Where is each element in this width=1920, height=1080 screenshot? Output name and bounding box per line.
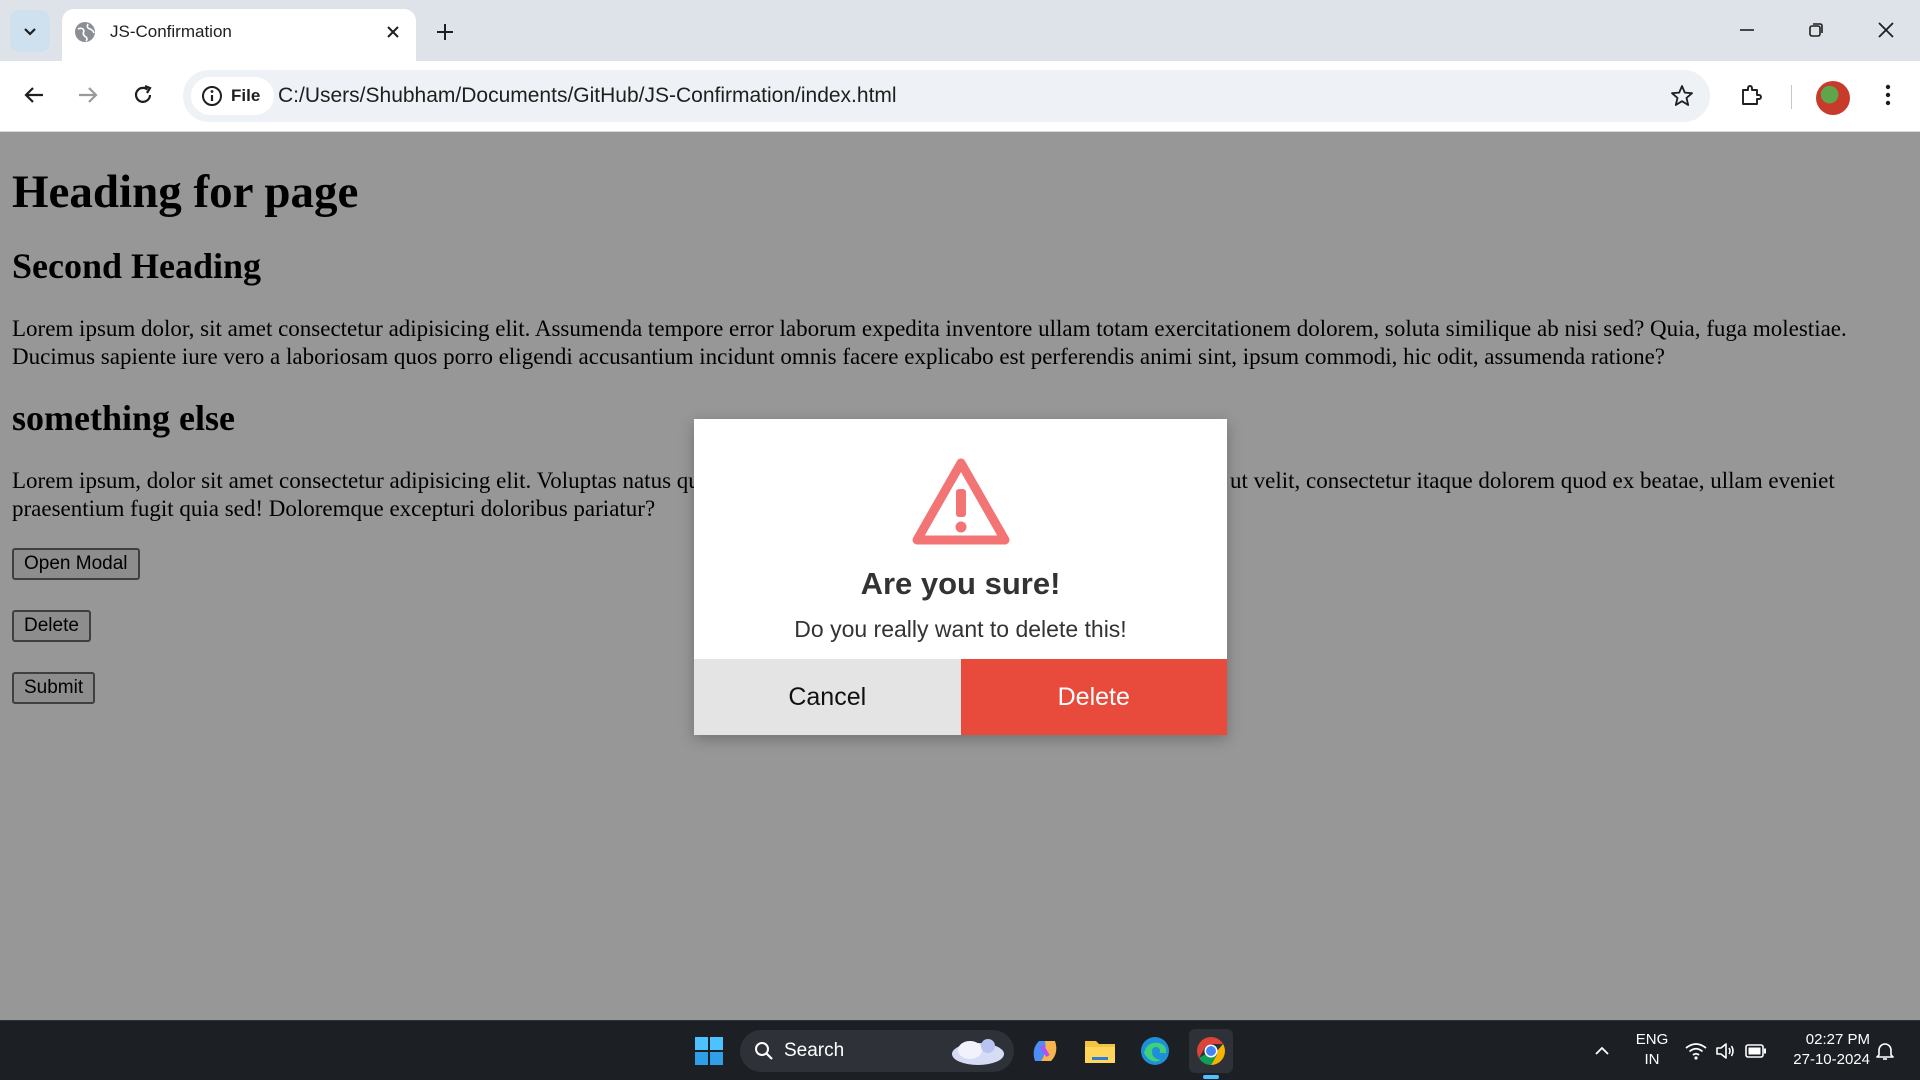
bell-icon: [1876, 1043, 1894, 1060]
extensions-button[interactable]: [1731, 75, 1771, 115]
delete-button[interactable]: Delete: [12, 610, 91, 642]
battery-icon: [1745, 1044, 1766, 1058]
open-modal-button[interactable]: Open Modal: [12, 548, 140, 580]
reload-button[interactable]: [123, 75, 163, 115]
more-vertical-icon: [1885, 84, 1891, 106]
battery-status[interactable]: [1745, 1041, 1767, 1061]
chrome-icon: [1197, 1037, 1225, 1065]
browser-toolbar: File C:/Users/Shubham/Documents/GitHub/J…: [0, 61, 1920, 132]
arrow-right-icon: [79, 87, 98, 103]
windows-logo-icon: [695, 1037, 723, 1065]
modal-delete-button[interactable]: Delete: [960, 659, 1227, 735]
back-button[interactable]: [14, 75, 54, 115]
tab-title: JS-Confirmation: [110, 22, 232, 41]
toolbar-divider: [1791, 85, 1792, 109]
paragraph-1: Lorem ipsum dolor, sit amet consectetur …: [12, 316, 1847, 369]
restore-icon: [1809, 23, 1823, 37]
info-icon: [202, 86, 222, 106]
second-heading: Second Heading: [12, 246, 262, 286]
minimize-button[interactable]: [1719, 8, 1775, 52]
folder-icon: [1085, 1041, 1115, 1063]
new-tab-button[interactable]: [429, 16, 461, 48]
modal-message: Do you really want to delete this!: [794, 616, 1127, 642]
profile-avatar[interactable]: [1816, 81, 1850, 115]
clock-date: 27-10-2024: [1793, 1051, 1870, 1068]
language-indicator[interactable]: ENG IN: [1630, 1030, 1674, 1070]
close-window-button[interactable]: [1858, 8, 1914, 52]
tab-close-button[interactable]: [380, 19, 406, 45]
url-text[interactable]: C:/Users/Shubham/Documents/GitHub/JS-Con…: [278, 84, 897, 108]
bookmark-button[interactable]: [1668, 82, 1696, 110]
globe-icon: [75, 22, 95, 42]
forward-button[interactable]: [68, 75, 108, 115]
taskbar-search[interactable]: Search: [740, 1030, 1014, 1072]
confirmation-modal: Are you sure! Do you really want to dele…: [694, 419, 1227, 735]
file-explorer-app[interactable]: [1078, 1029, 1122, 1073]
minimize-icon: [1740, 29, 1754, 31]
taskbar: Search ENG IN 02:27 PM 27-10-2024: [0, 1020, 1920, 1080]
menu-button[interactable]: [1868, 75, 1908, 115]
puzzle-icon: [1742, 85, 1762, 105]
site-info-chip[interactable]: File: [191, 77, 275, 115]
search-highlight-icon: [952, 1039, 1004, 1065]
notifications-button[interactable]: [1874, 1041, 1896, 1061]
star-icon: [1671, 85, 1693, 106]
speaker-icon: [1716, 1043, 1734, 1059]
search-label: Search: [784, 1040, 845, 1061]
volume-status[interactable]: [1714, 1041, 1736, 1061]
language-code: ENG: [1635, 1031, 1669, 1048]
site-info-label: File: [231, 86, 261, 105]
copilot-app[interactable]: [1023, 1029, 1067, 1073]
active-app-indicator: [1203, 1075, 1219, 1079]
restore-button[interactable]: [1788, 8, 1844, 52]
wifi-status[interactable]: [1685, 1041, 1707, 1061]
address-bar[interactable]: File C:/Users/Shubham/Documents/GitHub/J…: [183, 70, 1710, 122]
modal-title: Are you sure!: [860, 566, 1061, 601]
close-icon: [387, 26, 399, 38]
tab-search-button[interactable]: [10, 10, 50, 52]
wifi-icon: [1685, 1043, 1707, 1060]
edge-icon: [1141, 1037, 1169, 1065]
chrome-app[interactable]: [1189, 1029, 1233, 1073]
clock[interactable]: 02:27 PM 27-10-2024: [1778, 1030, 1870, 1070]
clock-time: 02:27 PM: [1805, 1031, 1870, 1048]
tab-strip: JS-Confirmation: [0, 0, 1920, 61]
warning-icon: [912, 458, 1010, 545]
edge-app[interactable]: [1133, 1029, 1177, 1073]
copilot-icon: [1033, 1041, 1057, 1061]
reload-icon: [134, 84, 152, 103]
close-icon: [1878, 22, 1894, 38]
chevron-up-icon: [1595, 1046, 1609, 1055]
tab-js-confirmation[interactable]: JS-Confirmation: [62, 9, 416, 61]
arrow-left-icon: [24, 87, 43, 103]
modal-cancel-button[interactable]: Cancel: [694, 659, 961, 735]
page-heading: Heading for page: [12, 166, 359, 218]
show-hidden-icons-button[interactable]: [1591, 1041, 1613, 1061]
submit-button[interactable]: Submit: [12, 672, 96, 704]
modal-actions: Cancel Delete: [694, 659, 1227, 735]
region-code: IN: [1644, 1051, 1660, 1068]
search-icon: [755, 1042, 773, 1060]
start-button[interactable]: [687, 1029, 731, 1073]
chevron-down-icon: [24, 28, 36, 36]
plus-icon: [437, 24, 453, 40]
